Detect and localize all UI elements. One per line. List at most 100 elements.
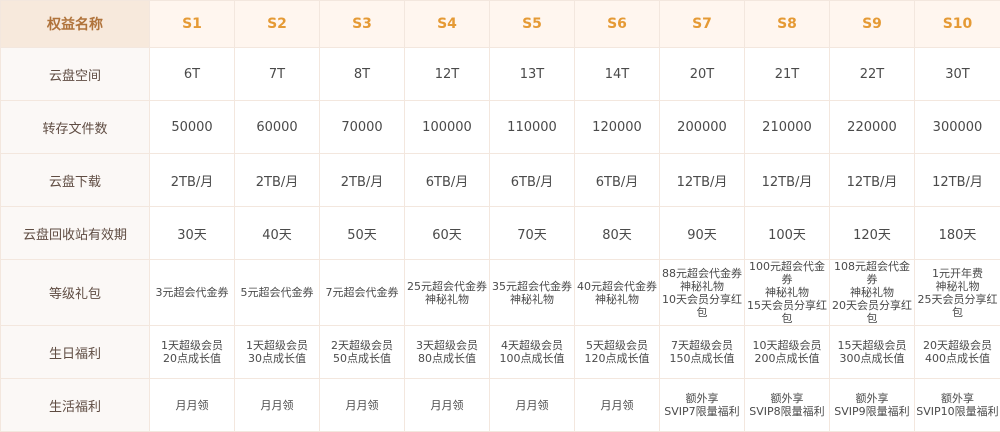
cell-line: 100点成长值 — [490, 352, 574, 365]
cell-line: 120点成长值 — [575, 352, 659, 365]
cell-line: SVIP7限量福利 — [660, 405, 744, 418]
cell-line: 22T — [830, 67, 914, 82]
row-label: 生日福利 — [1, 326, 150, 379]
cell-line: 12TB/月 — [915, 171, 1000, 190]
cell-line: 200000 — [660, 120, 744, 135]
cell-line: 5元超会代金券 — [235, 286, 319, 299]
cell-line: 108元超会代金券 — [830, 260, 914, 286]
table-cell: 88元超会代金券神秘礼物10天会员分享红包 — [660, 260, 745, 326]
cell-line: 额外享 — [745, 392, 829, 405]
table-cell: 12TB/月 — [915, 154, 1000, 207]
cell-line: 月月领 — [405, 399, 489, 412]
cell-line: 月月领 — [150, 399, 234, 412]
cell-line: 400点成长值 — [915, 352, 1000, 365]
header-level-s4: S4 — [405, 1, 490, 48]
cell-line: 60天 — [405, 224, 489, 243]
cell-line: 80点成长值 — [405, 352, 489, 365]
cell-line: 1天超级会员 — [235, 339, 319, 352]
table-cell: 12T — [405, 48, 490, 101]
cell-line: 额外享 — [915, 392, 1000, 405]
table-cell: 40天 — [235, 207, 320, 260]
cell-line: 180天 — [915, 224, 1000, 243]
header-level-s7: S7 — [660, 1, 745, 48]
table-cell: 额外享SVIP8限量福利 — [745, 379, 830, 432]
cell-line: 月月领 — [320, 399, 404, 412]
cell-line: 21T — [745, 67, 829, 82]
row-label: 云盘回收站有效期 — [1, 207, 150, 260]
table-cell: 20天超级会员400点成长值 — [915, 326, 1000, 379]
cell-line: 12T — [405, 67, 489, 82]
header-level-s2: S2 — [235, 1, 320, 48]
table-cell: 200000 — [660, 101, 745, 154]
table-row: 转存文件数50000600007000010000011000012000020… — [1, 101, 1000, 154]
cell-line: 6TB/月 — [575, 171, 659, 190]
cell-line: 30点成长值 — [235, 352, 319, 365]
table-cell: 2TB/月 — [150, 154, 235, 207]
table-cell: 15天超级会员300点成长值 — [830, 326, 915, 379]
table-cell: 30天 — [150, 207, 235, 260]
header-level-s9: S9 — [830, 1, 915, 48]
cell-line: 210000 — [745, 120, 829, 135]
cell-line: 20点成长值 — [150, 352, 234, 365]
row-label: 云盘下载 — [1, 154, 150, 207]
table-cell: 22T — [830, 48, 915, 101]
table-cell: 90天 — [660, 207, 745, 260]
table-cell: 7T — [235, 48, 320, 101]
cell-line: 12TB/月 — [830, 171, 914, 190]
table-cell: 8T — [320, 48, 405, 101]
table-cell: 1天超级会员30点成长值 — [235, 326, 320, 379]
cell-line: 300000 — [915, 120, 1000, 135]
cell-line: 50000 — [150, 120, 234, 135]
cell-line: 40元超会代金券 — [575, 280, 659, 293]
cell-line: 30T — [915, 67, 1000, 82]
table-cell: 月月领 — [235, 379, 320, 432]
table-cell: 14T — [575, 48, 660, 101]
table-cell: 300000 — [915, 101, 1000, 154]
table-cell: 月月领 — [320, 379, 405, 432]
cell-line: 50天 — [320, 224, 404, 243]
cell-line: 200点成长值 — [745, 352, 829, 365]
cell-line: 15天会员分享红包 — [745, 299, 829, 325]
table-cell: 5元超会代金券 — [235, 260, 320, 326]
table-cell: 25元超会代金券神秘礼物 — [405, 260, 490, 326]
table-cell: 21T — [745, 48, 830, 101]
cell-line: SVIP9限量福利 — [830, 405, 914, 418]
table-row: 云盘空间6T7T8T12T13T14T20T21T22T30T — [1, 48, 1000, 101]
table-cell: 3天超级会员80点成长值 — [405, 326, 490, 379]
table-cell: 220000 — [830, 101, 915, 154]
cell-line: 25元超会代金券 — [405, 280, 489, 293]
cell-line: 2TB/月 — [320, 171, 404, 190]
row-label: 等级礼包 — [1, 260, 150, 326]
cell-line: SVIP8限量福利 — [745, 405, 829, 418]
cell-line: 80天 — [575, 224, 659, 243]
cell-line: 6TB/月 — [405, 171, 489, 190]
cell-line: 88元超会代金券 — [660, 267, 744, 280]
cell-line: 神秘礼物 — [660, 280, 744, 293]
cell-line: 25天会员分享红包 — [915, 293, 1000, 319]
table-row: 云盘回收站有效期30天40天50天60天70天80天90天100天120天180… — [1, 207, 1000, 260]
cell-line: 40天 — [235, 224, 319, 243]
cell-line: 20天会员分享红包 — [830, 299, 914, 325]
table-cell: 2天超级会员50点成长值 — [320, 326, 405, 379]
table-cell: 3元超会代金券 — [150, 260, 235, 326]
table-cell: 额外享SVIP7限量福利 — [660, 379, 745, 432]
table-cell: 2TB/月 — [235, 154, 320, 207]
benefits-table: 权益名称 S1 S2 S3 S4 S5 S6 S7 S8 S9 S10 云盘空间… — [0, 0, 1000, 432]
header-row: 权益名称 S1 S2 S3 S4 S5 S6 S7 S8 S9 S10 — [1, 1, 1000, 48]
cell-line: 100000 — [405, 120, 489, 135]
table-row: 生活福利月月领月月领月月领月月领月月领月月领额外享SVIP7限量福利额外享SVI… — [1, 379, 1000, 432]
cell-line: 额外享 — [830, 392, 914, 405]
table-cell: 月月领 — [575, 379, 660, 432]
header-level-s8: S8 — [745, 1, 830, 48]
cell-line: 神秘礼物 — [575, 293, 659, 306]
cell-line: 2TB/月 — [235, 171, 319, 190]
table-cell: 6TB/月 — [490, 154, 575, 207]
table-cell: 额外享SVIP10限量福利 — [915, 379, 1000, 432]
table-cell: 月月领 — [490, 379, 575, 432]
table-cell: 100元超会代金券神秘礼物15天会员分享红包 — [745, 260, 830, 326]
header-level-s6: S6 — [575, 1, 660, 48]
cell-line: 7元超会代金券 — [320, 286, 404, 299]
cell-line: 月月领 — [490, 399, 574, 412]
cell-line: 15天超级会员 — [830, 339, 914, 352]
table-cell: 13T — [490, 48, 575, 101]
